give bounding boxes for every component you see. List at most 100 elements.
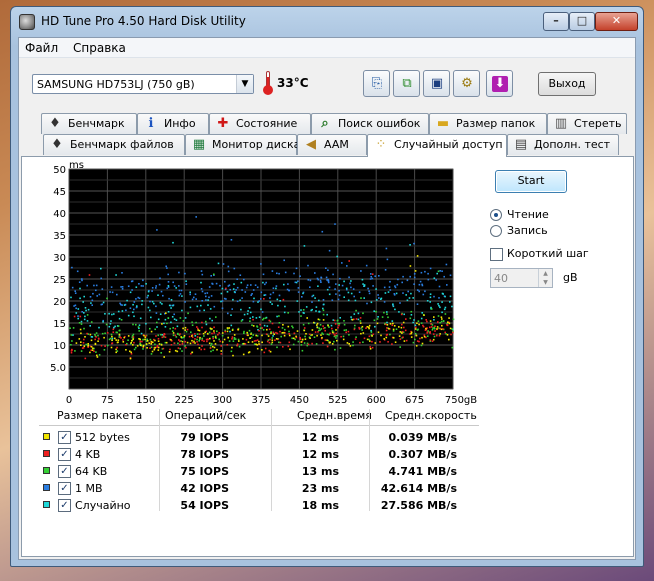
tab-folder-usage[interactable]: ▬ Размер папок [429,113,547,134]
tab-extra-test[interactable]: ▤ Дополн. тест [507,134,619,155]
tab-row-bottom: ♦ Бенчмарк файлов ▦ Монитор диска ◀ AAM … [21,134,633,157]
download-button[interactable]: ⬇ [486,70,513,97]
tab-disk-monitor[interactable]: ▦ Монитор диска [185,134,300,155]
scatter-point [231,329,234,331]
scatter-point [232,354,234,357]
scatter-point [243,330,245,333]
scatter-point [230,314,232,316]
tab-random-access[interactable]: ⁘ Случайный доступ [367,134,507,157]
scatter-point [131,280,134,282]
scatter-point [266,325,269,327]
scatter-point [412,321,414,324]
spinner-arrows-icon[interactable]: ▲ ▼ [538,269,552,287]
scatter-point [83,338,85,341]
scatter-point [442,293,444,295]
scatter-point [157,346,160,349]
scatter-point [434,325,436,327]
scatter-point [316,324,318,326]
tab-error-scan[interactable]: ⌕ Поиск ошибок [311,113,429,134]
short-stroke-spinner[interactable]: 40 ▲ ▼ [490,268,553,288]
scatter-point [392,303,394,305]
scatter-point [406,299,409,302]
start-button[interactable]: Start [495,170,567,193]
scatter-point [359,317,362,319]
scatter-point [333,340,335,343]
copy-screenshot-button[interactable]: ⧉ [393,70,420,97]
read-radio[interactable] [490,209,502,221]
drive-select[interactable]: SAMSUNG HD753LJ (750 gB) ▼ [32,74,254,94]
series-checkbox[interactable]: ✓ [58,448,71,461]
tab-benchmark[interactable]: ♦ Бенчмарк [41,113,137,134]
scatter-point [265,333,268,335]
menu-file[interactable]: Файл [25,41,58,55]
scatter-point [120,319,123,321]
scatter-point [169,327,171,330]
scatter-point [185,280,187,282]
tab-health[interactable]: ✚ Состояние [209,113,311,134]
title-bar[interactable]: HD Tune Pro 4.50 Hard Disk Utility – □ ✕ [11,7,643,37]
scatter-point [335,293,337,295]
scatter-point [247,310,249,312]
scatter-point [72,334,74,336]
scatter-point [375,288,377,290]
scatter-point [276,315,278,318]
scatter-point [336,255,338,258]
short-stroke-checkbox[interactable] [490,248,503,261]
scatter-point [445,333,447,335]
scatter-point [291,337,293,340]
scatter-point [368,290,370,292]
scatter-point [271,337,273,339]
scatter-point [191,321,193,323]
scatter-point [119,329,121,332]
scatter-point [300,344,303,346]
series-checkbox[interactable]: ✓ [58,465,71,478]
thermometer-icon [263,71,273,95]
tab-aam[interactable]: ◀ AAM [297,134,367,155]
scatter-point [443,275,445,278]
menu-help[interactable]: Справка [73,41,126,55]
tab-info[interactable]: ℹ Инфо [137,113,209,134]
random-access-panel: 50 45 40 35 30 25 20 15 10 5.0 0 75 150 225 300 375 450… [21,156,634,557]
scatter-point [264,317,267,319]
scatter-point [275,338,278,340]
scatter-point [231,338,233,340]
chevron-down-icon[interactable]: ▼ [236,75,253,93]
scatter-point [211,319,213,322]
scatter-point [142,348,144,350]
options-button[interactable]: ⚙ [453,70,480,97]
scatter-point [368,327,370,330]
scatter-point [436,328,438,330]
scatter-point [451,346,454,349]
scatter-point [212,337,214,340]
scatter-point [362,283,364,285]
scatter-point [119,302,121,305]
copy-info-button[interactable]: ⎘ [363,70,390,97]
scatter-point [215,316,217,318]
scatter-point [243,313,246,316]
scatter-point [351,319,354,321]
scatter-point [215,282,218,285]
tab-erase[interactable]: ▥ Стереть [547,113,627,134]
exit-button[interactable]: Выход [538,72,596,96]
tab-file-benchmark[interactable]: ♦ Бенчмарк файлов [43,134,185,155]
scatter-point [445,263,448,266]
close-button[interactable]: ✕ [595,12,638,31]
scatter-point [359,341,361,344]
write-radio[interactable] [490,225,502,237]
scatter-point [346,342,349,344]
save-button[interactable]: ▣ [423,70,450,97]
scatter-point [112,328,115,331]
scatter-point [370,276,372,278]
scatter-point [353,328,356,331]
scatter-point [213,305,216,308]
maximize-button[interactable]: □ [569,12,595,31]
scatter-point [388,286,391,288]
series-checkbox[interactable]: ✓ [58,499,71,512]
series-checkbox[interactable]: ✓ [58,482,71,495]
scatter-point [198,340,200,342]
minimize-button[interactable]: – [543,12,569,31]
series-checkbox[interactable]: ✓ [58,431,71,444]
scatter-point [441,311,443,314]
scatter-point [303,245,306,247]
scatter-point [71,266,73,269]
